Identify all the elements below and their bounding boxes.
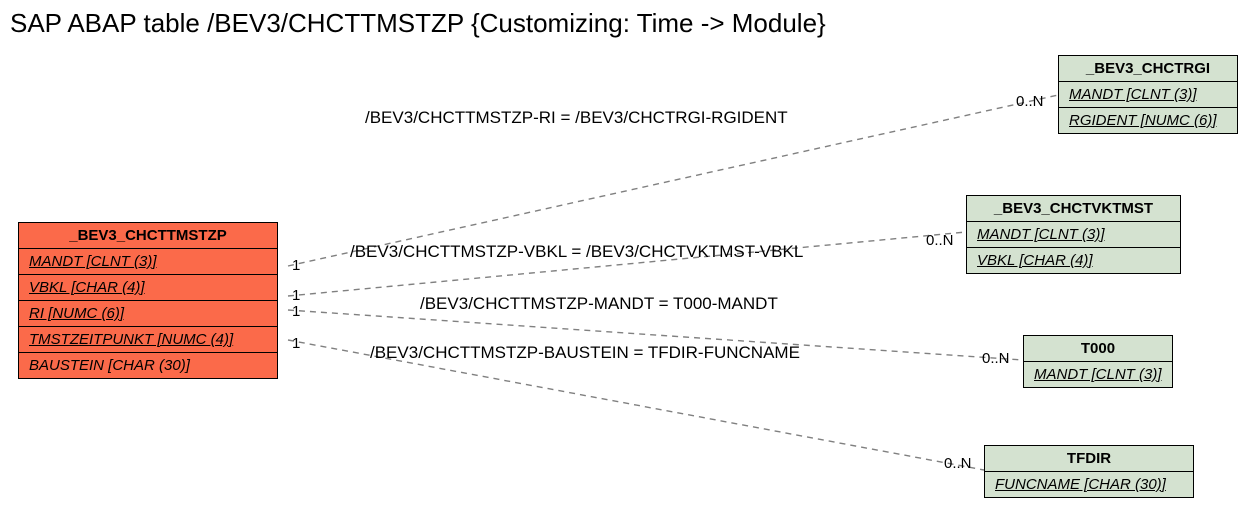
- cardinality-many: 0..N: [926, 232, 954, 249]
- cardinality-many: 0..N: [1016, 93, 1044, 110]
- cardinality-one: 1: [292, 335, 300, 352]
- entity-chctvktmst-header: _BEV3_CHCTVKTMST: [967, 196, 1180, 222]
- entity-tfdir-field: FUNCNAME [CHAR (30)]: [985, 472, 1193, 497]
- relation-label-vbkl: /BEV3/CHCTTMSTZP-VBKL = /BEV3/CHCTVKTMST…: [350, 242, 803, 262]
- entity-t000-header: T000: [1024, 336, 1172, 362]
- entity-chctrgi-header: _BEV3_CHCTRGI: [1059, 56, 1237, 82]
- cardinality-one: 1: [292, 287, 300, 304]
- entity-main-field: TMSTZEITPUNKT [NUMC (4)]: [19, 327, 277, 353]
- entity-chctrgi-field: MANDT [CLNT (3)]: [1059, 82, 1237, 108]
- relation-label-mandt: /BEV3/CHCTTMSTZP-MANDT = T000-MANDT: [420, 294, 778, 314]
- entity-chctrgi-field: RGIDENT [NUMC (6)]: [1059, 108, 1237, 133]
- cardinality-many: 0..N: [982, 350, 1010, 367]
- entity-main-field: RI [NUMC (6)]: [19, 301, 277, 327]
- page-title: SAP ABAP table /BEV3/CHCTTMSTZP {Customi…: [10, 8, 826, 39]
- relation-label-baustein: /BEV3/CHCTTMSTZP-BAUSTEIN = TFDIR-FUNCNA…: [370, 343, 800, 363]
- entity-chctrgi: _BEV3_CHCTRGI MANDT [CLNT (3)] RGIDENT […: [1058, 55, 1238, 134]
- entity-chctvktmst-field: MANDT [CLNT (3)]: [967, 222, 1180, 248]
- entity-chctvktmst: _BEV3_CHCTVKTMST MANDT [CLNT (3)] VBKL […: [966, 195, 1181, 274]
- entity-t000-field: MANDT [CLNT (3)]: [1024, 362, 1172, 387]
- entity-main: _BEV3_CHCTTMSTZP MANDT [CLNT (3)] VBKL […: [18, 222, 278, 379]
- relation-label-ri: /BEV3/CHCTTMSTZP-RI = /BEV3/CHCTRGI-RGID…: [365, 108, 788, 128]
- entity-tfdir: TFDIR FUNCNAME [CHAR (30)]: [984, 445, 1194, 498]
- entity-tfdir-header: TFDIR: [985, 446, 1193, 472]
- entity-t000: T000 MANDT [CLNT (3)]: [1023, 335, 1173, 388]
- cardinality-one: 1: [292, 257, 300, 274]
- entity-chctvktmst-field: VBKL [CHAR (4)]: [967, 248, 1180, 273]
- entity-main-field: BAUSTEIN [CHAR (30)]: [19, 353, 277, 378]
- entity-main-field: VBKL [CHAR (4)]: [19, 275, 277, 301]
- cardinality-many: 0..N: [944, 455, 972, 472]
- entity-main-field: MANDT [CLNT (3)]: [19, 249, 277, 275]
- cardinality-one: 1: [292, 303, 300, 320]
- entity-main-header: _BEV3_CHCTTMSTZP: [19, 223, 277, 249]
